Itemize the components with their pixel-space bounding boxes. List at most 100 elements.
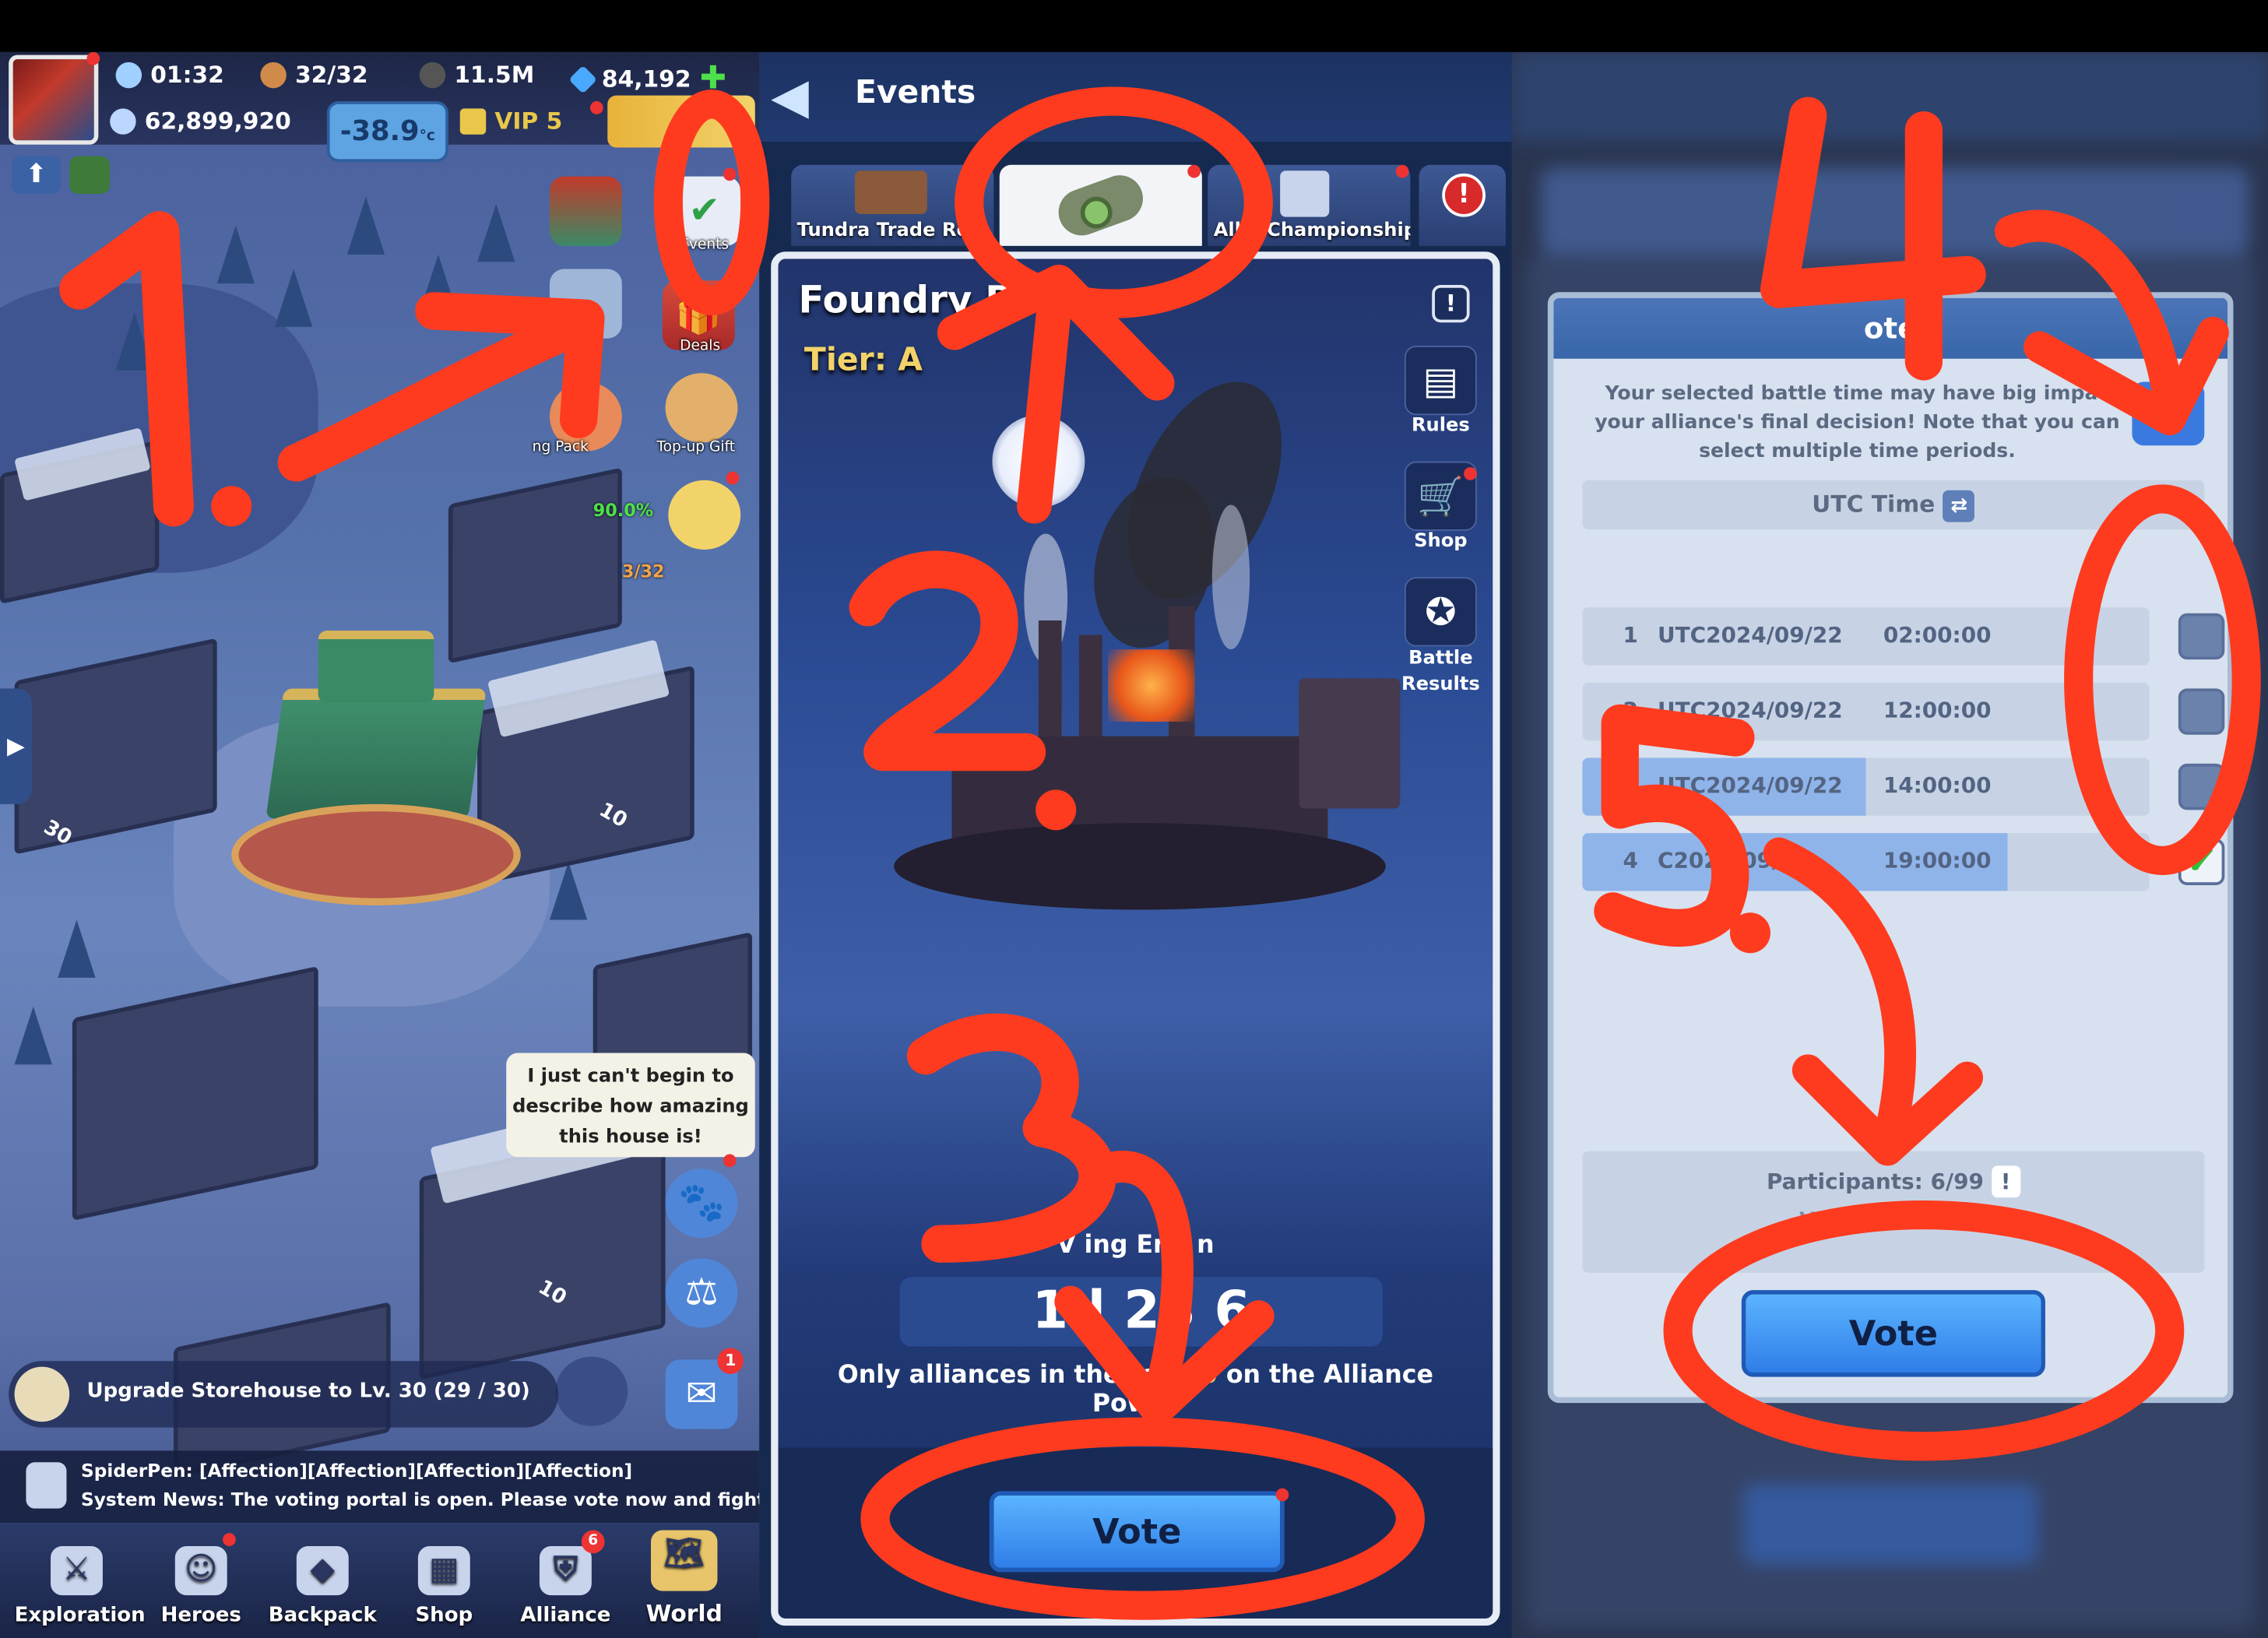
confirm-vote-button[interactable]: Vote (1741, 1290, 2045, 1377)
temperature-badge[interactable]: -38.9°c (326, 101, 448, 163)
level-up-icon[interactable]: ⬆ (11, 156, 62, 194)
central-pavilion[interactable] (231, 631, 521, 905)
nav-world[interactable]: 🗺 World (622, 1530, 747, 1627)
tab-foundry-battle[interactable] (999, 164, 1202, 246)
notification-dot (1464, 467, 1477, 480)
tab-notice[interactable]: ! (1419, 164, 1506, 246)
shield-icon (459, 107, 487, 134)
foundry-building (865, 606, 1415, 910)
countdown-timer: 1d 23 6 (899, 1277, 1384, 1347)
wrench-icon[interactable]: ✎ (2132, 381, 2205, 446)
stamina[interactable]: 32/32 (260, 61, 368, 88)
nav-heroes[interactable]: ☺ Heroes (139, 1545, 263, 1627)
balance-scale-icon[interactable]: ⚖ (665, 1258, 738, 1328)
fish-icon[interactable] (549, 269, 622, 339)
events-label: Events (680, 237, 730, 254)
coal-resource[interactable]: 11.5M (419, 61, 534, 88)
nav-alliance[interactable]: ⛨ Alliance (504, 1545, 628, 1627)
notification-dot (726, 471, 740, 485)
nav-shop[interactable]: ▦ Shop (382, 1545, 506, 1627)
alliance-icon: ⛨ (539, 1545, 592, 1596)
rules-button[interactable]: ▤ Rules (1400, 346, 1481, 437)
swap-icon[interactable]: ⇄ (1943, 489, 1975, 522)
events-icon[interactable]: ✔ (668, 176, 741, 246)
info-icon[interactable]: ! (1432, 284, 1470, 323)
mail-badge: 1 (717, 1348, 744, 1374)
notification-dot (1275, 1488, 1289, 1502)
deals-label: Deals (680, 338, 721, 355)
paw-icon[interactable]: 🐾 (665, 1169, 738, 1239)
slot-date: UTC2024/09/22 (1658, 621, 1843, 649)
pine-tree (274, 269, 313, 327)
time-slot-row[interactable]: 4 C2024/09/22 19:00:00 (1582, 833, 2150, 891)
system-news-line: System News: The voting portal is open. … (81, 1488, 760, 1510)
pine-tree (14, 1007, 52, 1065)
pine-tree (58, 919, 96, 978)
chat-line: SpiderPen: [Affection][Affection][Affect… (81, 1459, 633, 1482)
world-map-icon: 🗺 (651, 1530, 718, 1591)
vote-info: Vote in (1799, 1209, 1880, 1232)
power[interactable]: 62,899,920 (110, 107, 291, 135)
shop-icon: ▦ (417, 1545, 470, 1596)
time-slot-row[interactable]: 2 UTC2024/09/22 12:00:00 (1582, 682, 2150, 741)
battle-results-button[interactable]: ✪ Battle Results (1400, 577, 1481, 698)
page-title: Events (854, 75, 976, 112)
player-avatar[interactable] (9, 54, 99, 145)
fist-icon (110, 107, 136, 134)
add-gems-icon[interactable]: ✚ (700, 61, 726, 97)
slot-time: 12:00:00 (1883, 697, 1992, 723)
topup-gift-label: Top-up Gift (656, 439, 736, 456)
moon (992, 415, 1085, 508)
slot-date: C2024/09/22 (1658, 847, 1810, 874)
back-arrow-icon[interactable]: ◀ (771, 69, 837, 125)
slot-checkbox[interactable] (2178, 613, 2225, 660)
slot-date: UTC2024/09/22 (1658, 772, 1843, 799)
vehicle-icon[interactable] (555, 1356, 628, 1426)
time-slot-row[interactable]: 1 UTC2024/09/22 02:00:00 (1582, 607, 2150, 666)
notification-dot (1395, 164, 1409, 178)
chat-news-bar[interactable]: SpiderPen: [Affection][Affection][Affect… (0, 1450, 760, 1524)
tier-label: Tier: A (803, 343, 923, 379)
utc-time-header[interactable]: UTC Time ⇄ (1582, 480, 2205, 529)
info-icon[interactable]: ! (1991, 1165, 2020, 1198)
slot-checkbox[interactable]: ✔ (2178, 838, 2225, 885)
time-slot-row[interactable]: 3 UTC2024/09/22 14:00:00 (1582, 757, 2150, 816)
clock: 01:32 (115, 61, 224, 88)
promo-banner[interactable] (607, 95, 755, 148)
notification-dot (723, 167, 737, 181)
expand-panel-tab[interactable]: ▶ (0, 688, 32, 804)
vote-button[interactable]: Vote (989, 1491, 1285, 1573)
gem-icon (568, 64, 598, 93)
city-screen: 01:32 32/32 11.5M 84,192 ✚ 62,899,920 -38… (0, 51, 760, 1638)
events-screen: ◀ Events Tundra Trade Ro All e Champions… (759, 51, 1512, 1638)
alert-icon: ! (1442, 173, 1486, 217)
alliance-shield-icon (26, 1462, 67, 1509)
tab-alliance-championship[interactable]: All e Championship (1208, 164, 1411, 246)
vote-dialog-screen: ote ✎ Your selected battle time may have… (1511, 51, 2268, 1638)
pine-tree (477, 203, 515, 262)
event-title: Foundry B (798, 279, 1014, 323)
slot-checkbox[interactable] (2178, 763, 2225, 810)
notification-dot (1187, 164, 1201, 178)
buff-icon[interactable] (69, 156, 111, 194)
task-bar[interactable]: Upgrade Storehouse to Lv. 30 (29 / 30) (9, 1361, 559, 1428)
gems-resource[interactable]: 84,192 ✚ (568, 61, 726, 97)
slot-index: 3 (1623, 772, 1638, 799)
notification-dot (86, 51, 100, 65)
wagon-icon (854, 170, 927, 214)
slot-index: 1 (1623, 621, 1638, 649)
production-progress: 90.0% (592, 500, 654, 521)
participants-count: Participants: 6/99 ! (1582, 1165, 2204, 1198)
pine-tree (115, 312, 153, 371)
festival-icon[interactable] (549, 176, 622, 246)
vip-badge[interactable]: VIP 5 (459, 107, 562, 135)
scroll-icon (14, 1366, 70, 1422)
bunny-event-icon[interactable] (668, 480, 741, 550)
slot-checkbox[interactable] (2178, 688, 2225, 735)
nav-backpack[interactable]: ◆ Backpack (260, 1545, 385, 1627)
notification-dot (223, 1533, 236, 1546)
nav-exploration[interactable]: ⚔ Exploration (15, 1545, 146, 1627)
tab-tundra-trade-route[interactable]: Tundra Trade Ro (791, 164, 994, 246)
building[interactable] (72, 965, 318, 1221)
topup-gift-icon[interactable] (665, 373, 738, 443)
